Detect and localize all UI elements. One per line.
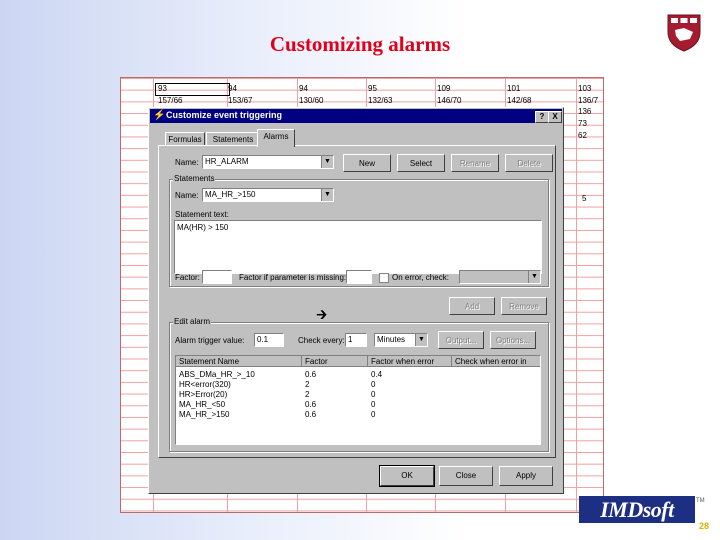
dialog-title: Customize event triggering — [166, 110, 283, 120]
help-button[interactable]: ? — [535, 111, 549, 123]
name-label: Name: — [175, 158, 199, 167]
tab-formulas[interactable]: Formulas — [165, 132, 205, 146]
sheet-cell[interactable]: 136/7 — [578, 96, 598, 105]
trigger-value: 0.1 — [257, 335, 269, 344]
statements-group-title: Statements — [173, 174, 216, 183]
alarm-name-value: HR_ALARM — [205, 157, 249, 166]
sheet-cell[interactable]: 132/63 — [368, 96, 392, 105]
lightning-icon: ⚡ — [153, 110, 166, 121]
close-icon[interactable]: X — [548, 111, 562, 123]
statement-name-value: MA_HR_>150 — [205, 190, 256, 199]
apply-button[interactable]: Apply — [499, 466, 553, 486]
table-cell: MA_HR_>150 — [179, 410, 230, 419]
table-cell: 0.6 — [305, 410, 317, 419]
ok-button[interactable]: OK — [379, 465, 435, 487]
imdsoft-logo: IMDsoft — [579, 496, 695, 523]
sheet-cell[interactable]: 95 — [368, 84, 377, 93]
col-statement-name[interactable]: Statement Name — [176, 356, 302, 367]
unit-dropdown[interactable]: Minutes ▼ — [374, 333, 428, 347]
delete-button[interactable]: Delete — [505, 154, 553, 172]
sheet-cell[interactable]: 101 — [507, 84, 520, 93]
sheet-cell[interactable]: 94 — [299, 84, 308, 93]
statement-text-label: Statement text: — [175, 210, 229, 219]
sheet-cell[interactable]: 103 — [578, 84, 591, 93]
output-button[interactable]: Output... — [438, 331, 484, 349]
customize-event-dialog: ⚡ Customize event triggering ? X Formula… — [148, 107, 564, 494]
harvard-shield-icon — [667, 14, 701, 52]
factor-input[interactable] — [202, 270, 232, 284]
trigger-value-input[interactable]: 0.1 — [254, 333, 284, 347]
sheet-cell[interactable]: 153/67 — [228, 96, 252, 105]
edit-alarm-group-title: Edit alarm — [173, 317, 212, 326]
new-button[interactable]: New — [343, 154, 391, 172]
factor-missing-input[interactable] — [346, 270, 372, 284]
statement-name-label: Name: — [175, 191, 199, 200]
col-factor-when-error[interactable]: Factor when error — [368, 356, 452, 367]
sheet-cell[interactable]: 93 — [158, 84, 167, 93]
sheet-cell[interactable]: 142/68 — [507, 96, 531, 105]
check-every-value: 1 — [348, 335, 353, 344]
col-check-when-error[interactable]: Check when error in — [452, 356, 540, 367]
remove-button[interactable]: Remove — [501, 297, 547, 315]
tab-alarms[interactable]: Alarms — [257, 129, 295, 147]
close-button[interactable]: Close — [439, 466, 493, 486]
alarms-panel: Name: HR_ALARM ▼ New Select Rename Delet… — [158, 145, 556, 458]
sheet-cell[interactable]: 73 — [578, 119, 587, 128]
table-cell: 0 — [371, 410, 376, 419]
statement-text-value: MA(HR) > 150 — [177, 223, 229, 232]
table-row[interactable]: MA_HR_>150 0.6 0 — [176, 409, 540, 420]
chevron-down-icon[interactable]: ▼ — [321, 156, 333, 168]
statement-text-area[interactable]: MA(HR) > 150 — [174, 220, 542, 274]
options-button[interactable]: Options... — [490, 331, 536, 349]
sheet-side-value: 5 — [582, 194, 587, 203]
trademark-mark: TM — [696, 498, 705, 504]
chevron-down-icon[interactable]: ▼ — [528, 271, 540, 283]
check-every-input[interactable]: 1 — [345, 333, 367, 347]
col-factor[interactable]: Factor — [302, 356, 368, 367]
slide-title: Customizing alarms — [269, 32, 451, 56]
rename-button[interactable]: Rename — [451, 154, 499, 172]
dialog-titlebar: ⚡ Customize event triggering ? X — [150, 109, 562, 123]
statements-table[interactable]: Statement Name Factor Factor when error … — [175, 355, 541, 445]
add-button[interactable]: Add — [449, 297, 495, 315]
on-error-dropdown[interactable]: ▼ — [459, 270, 541, 284]
edit-alarm-group: Edit alarm Alarm trigger value: 0.1 Chec… — [169, 317, 549, 452]
sheet-cell[interactable]: 130/60 — [299, 96, 323, 105]
trigger-value-label: Alarm trigger value: — [175, 336, 245, 345]
sheet-cell[interactable]: 146/70 — [437, 96, 461, 105]
select-button[interactable]: Select — [397, 154, 445, 172]
factor-missing-label: Factor if parameter is missing: — [239, 273, 347, 282]
factor-label-visible: Factor: — [175, 273, 200, 282]
sheet-cell[interactable]: 109 — [437, 84, 450, 93]
chevron-down-icon[interactable]: ▼ — [321, 189, 333, 201]
sheet-cell[interactable]: 62 — [578, 131, 587, 140]
alarm-name-dropdown[interactable]: HR_ALARM ▼ — [202, 155, 334, 169]
on-error-label: On error, check: — [392, 273, 449, 282]
chevron-down-icon[interactable]: ▼ — [415, 334, 427, 346]
tab-statements[interactable]: Statements — [206, 132, 260, 146]
page-number: 28 — [699, 521, 710, 531]
sheet-cell[interactable]: 94 — [228, 84, 237, 93]
statement-name-dropdown[interactable]: MA_HR_>150 ▼ — [202, 188, 334, 202]
on-error-checkbox[interactable] — [379, 273, 389, 283]
unit-value: Minutes — [377, 335, 406, 344]
sheet-cell[interactable]: 157/66 — [158, 96, 182, 105]
sheet-cell[interactable]: 136 — [578, 107, 591, 116]
check-every-label: Check every: — [298, 336, 345, 345]
mouse-pointer-icon: 🡲 — [316, 306, 328, 322]
